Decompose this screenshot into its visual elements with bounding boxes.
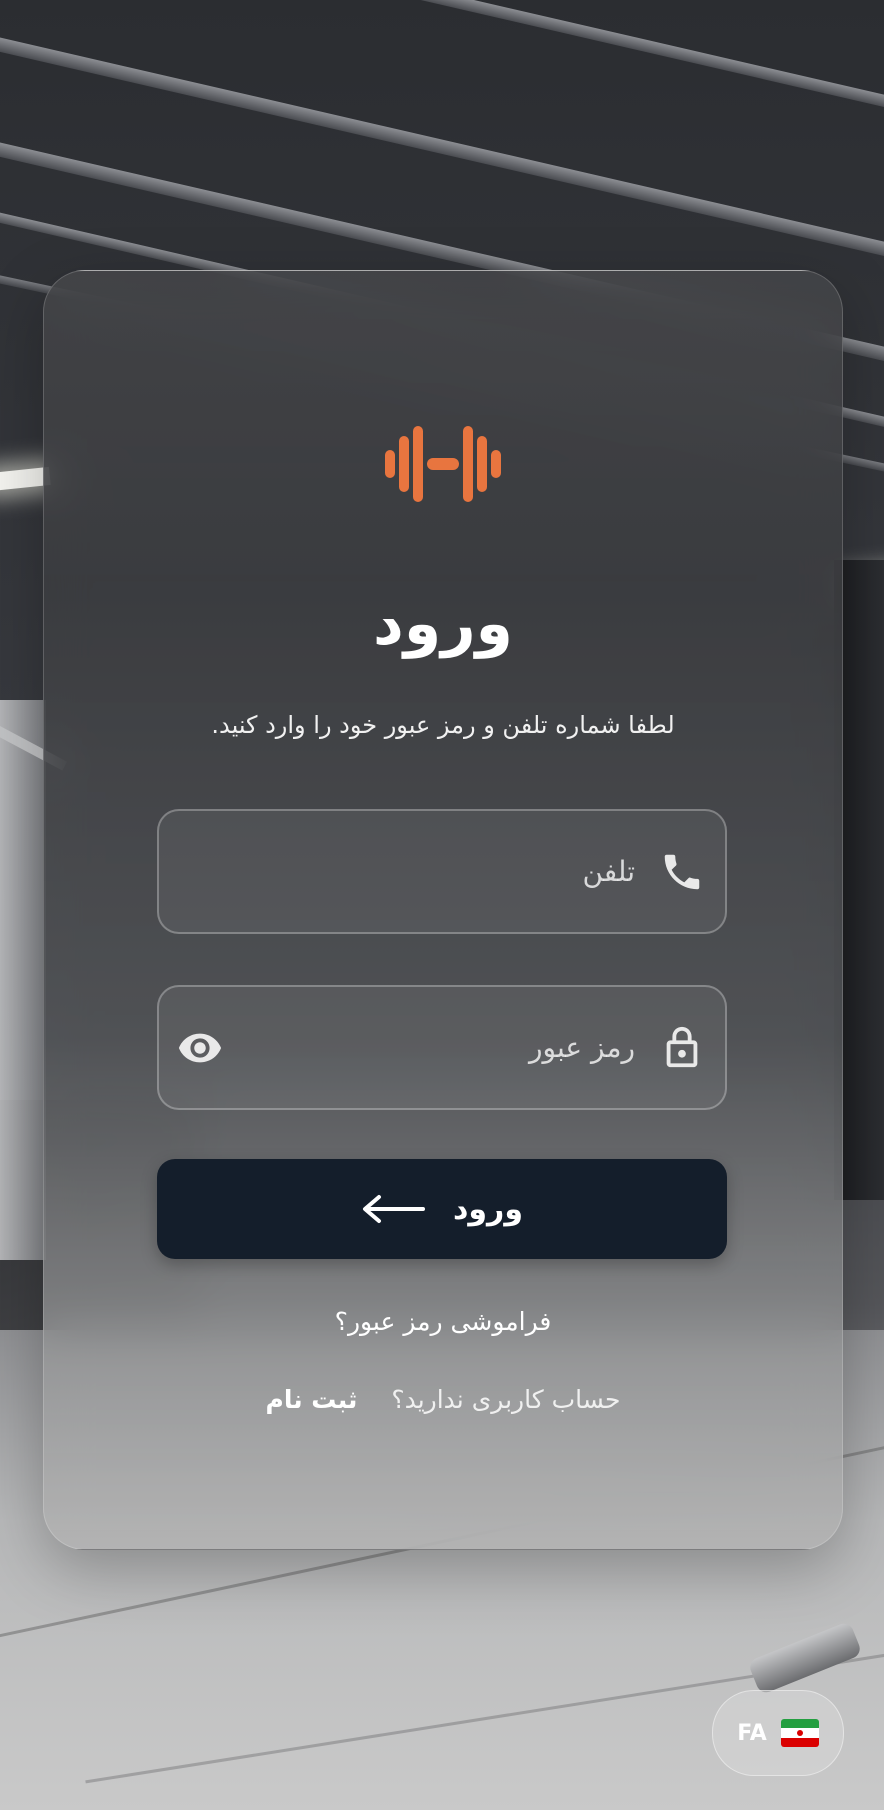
page-subtitle: لطفا شماره تلفن و رمز عبور خود را وارد ک…	[211, 711, 675, 739]
eye-icon[interactable]	[177, 1025, 223, 1071]
password-input[interactable]	[239, 987, 637, 1108]
dumbbell-icon	[385, 426, 501, 502]
login-button[interactable]: ورود	[157, 1159, 727, 1259]
signup-link[interactable]: ثبت نام	[266, 1385, 358, 1414]
no-account-text: حساب کاربری ندارید؟	[391, 1385, 621, 1414]
language-code: FA	[737, 1720, 767, 1746]
phone-field[interactable]	[157, 809, 727, 934]
signup-row: حساب کاربری ندارید؟ ثبت نام	[44, 1385, 842, 1414]
phone-icon	[664, 854, 700, 889]
login-card: ورود لطفا شماره تلفن و رمز عبور خود را و…	[43, 270, 843, 1550]
iran-flag-icon	[780, 1719, 819, 1747]
language-switcher[interactable]: FA	[712, 1690, 844, 1776]
forgot-password-link[interactable]: فراموشی رمز عبور؟	[44, 1307, 842, 1336]
lock-icon	[666, 1026, 698, 1067]
phone-input[interactable]	[239, 811, 637, 932]
login-button-label: ورود	[453, 1191, 523, 1227]
password-field[interactable]	[157, 985, 727, 1110]
arrow-left-icon	[363, 1195, 426, 1223]
page-title: ورود	[373, 589, 513, 659]
